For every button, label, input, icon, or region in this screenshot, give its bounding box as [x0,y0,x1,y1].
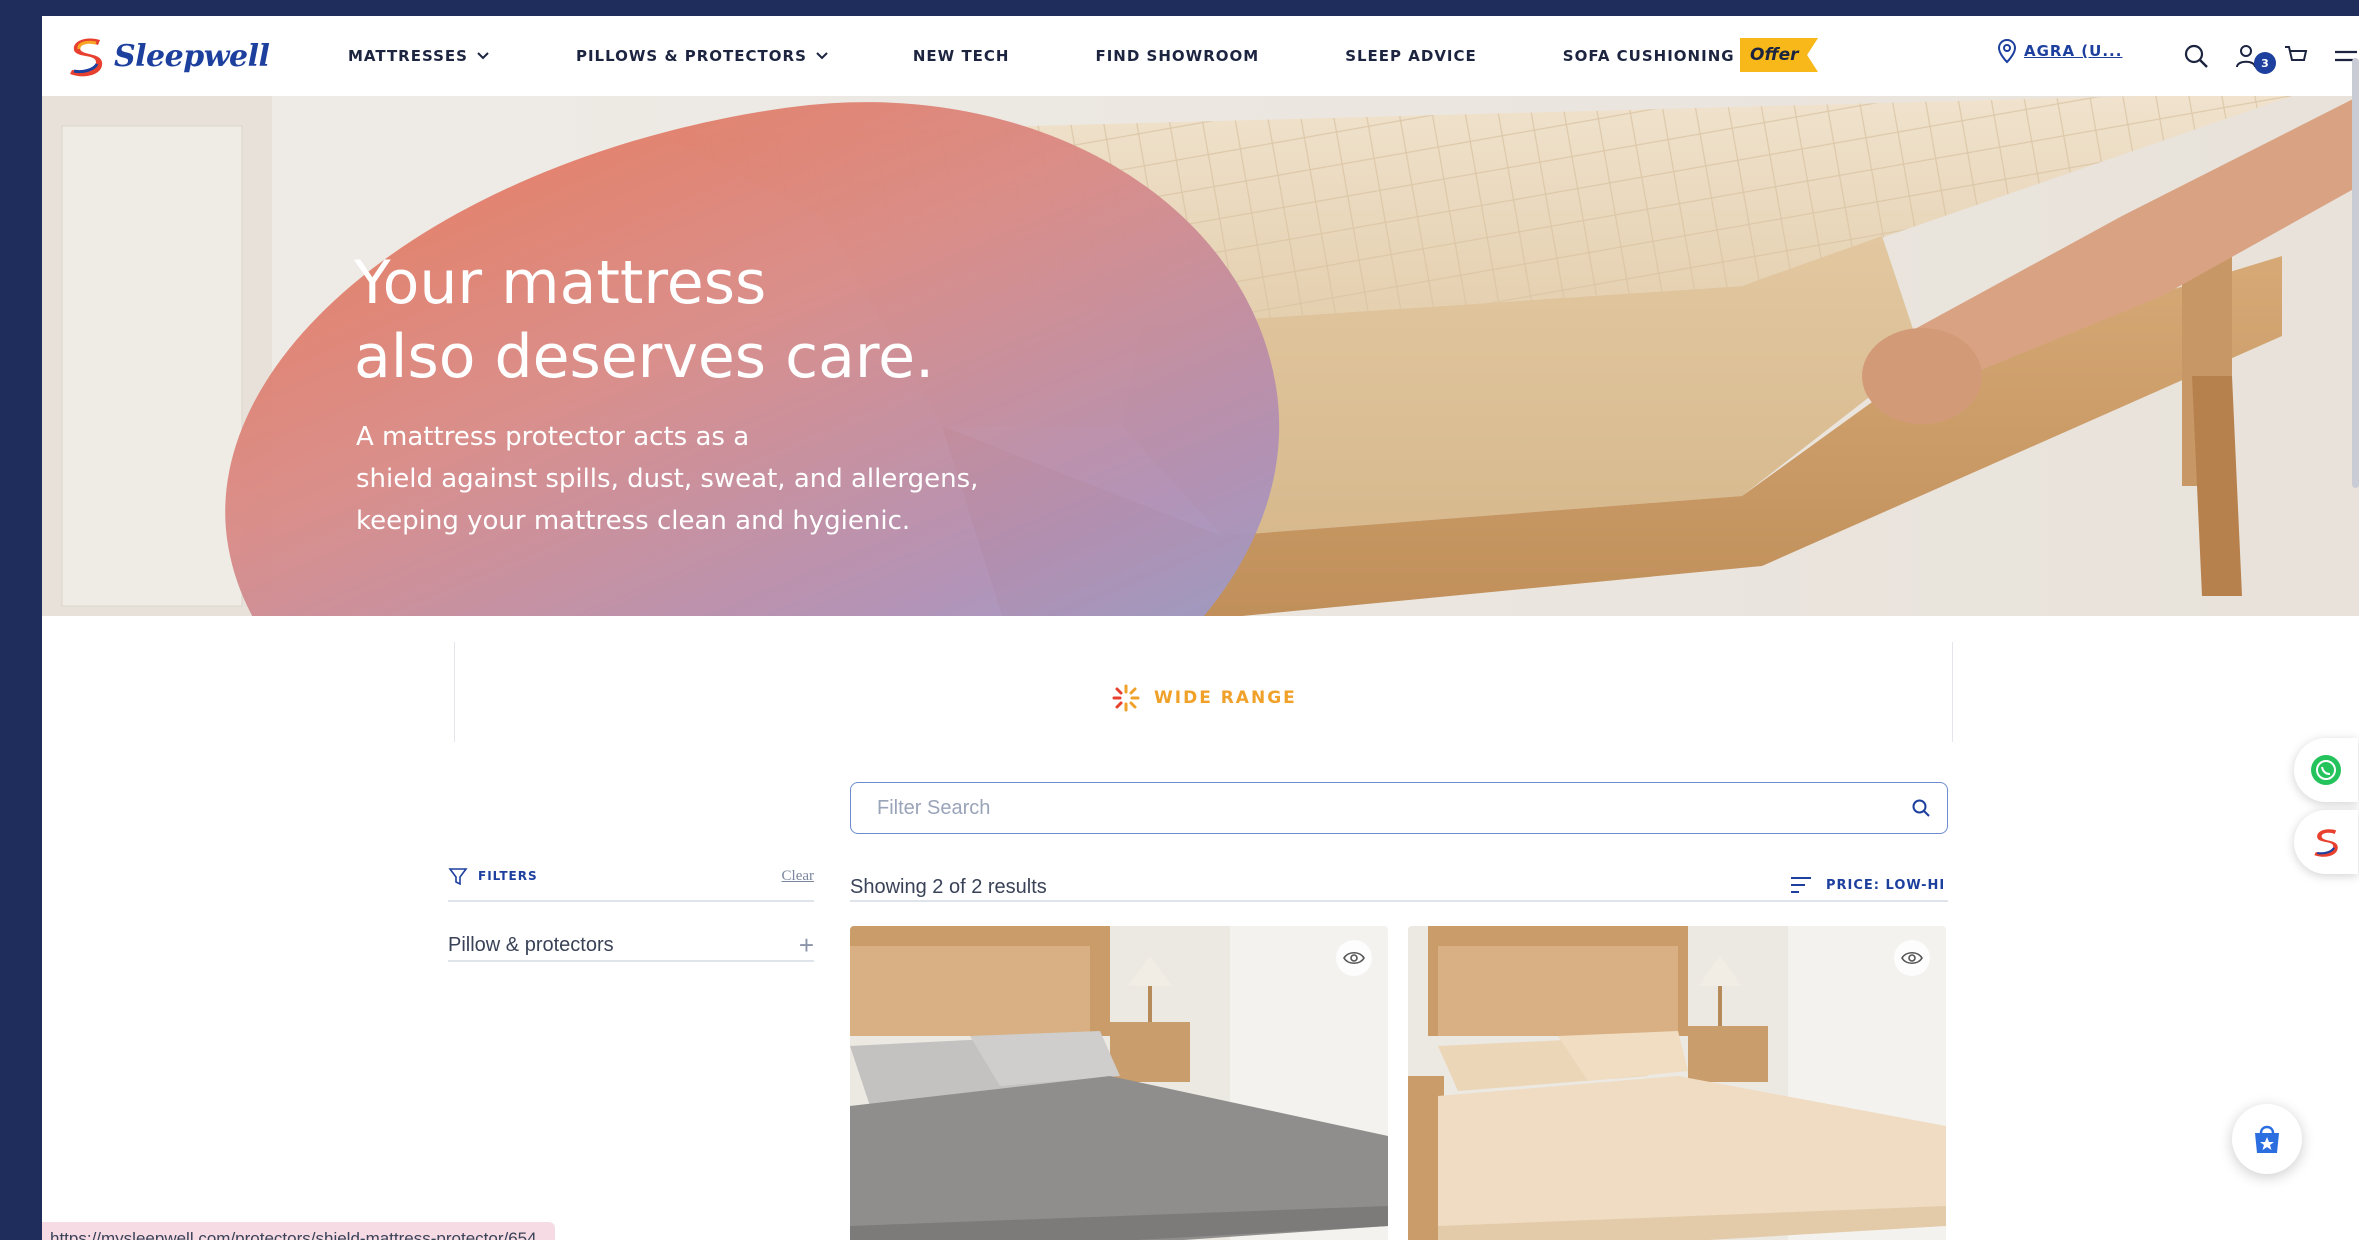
sort-control[interactable]: PRICE: LOW-HIGH [1790,876,1944,894]
nav-label: FIND SHOWROOM [1095,47,1260,65]
cart-icon[interactable] [2282,42,2310,70]
nav-label: MATTRESSES [348,47,468,65]
main-nav: MATTRESSES PILLOWS & PROTECTORS NEW TECH… [348,16,1757,96]
browser-page: Sleepwell MATTRESSES PILLOWS & PROTECTOR… [42,16,2359,1240]
product-image [850,926,1388,1240]
hero-banner: Your mattress also deserves care. A matt… [42,96,2359,616]
chevron-down-icon [816,52,828,60]
sleepwell-chat-button[interactable] [2294,810,2358,874]
nav-item-mattresses[interactable]: MATTRESSES [348,47,490,65]
nav-item-pillows-protectors[interactable]: PILLOWS & PROTECTORS [576,47,829,65]
product-image [1408,926,1946,1240]
hero-subtitle-line: keeping your mattress clean and hygienic… [356,506,911,536]
hero-title-line: also deserves care. [354,322,935,392]
product-card[interactable] [1408,926,1946,1240]
filter-funnel-icon [448,868,468,886]
strip-divider [1952,642,1953,742]
expand-plus-icon[interactable]: + [799,930,814,961]
cart-count-badge: 3 [2254,52,2276,74]
hero-subtitle-line: shield against spills, dust, sweat, and … [356,464,979,494]
filters-label: FILTERS [478,869,538,883]
brand-logo[interactable]: Sleepwell [66,34,270,78]
nav-label: PILLOWS & PROTECTORS [575,47,807,65]
location-pin-icon [1997,38,2017,64]
filters-header: FILTERS Clear [448,866,814,886]
search-icon[interactable] [1911,798,1931,818]
sleepwell-logo-icon [70,38,103,77]
nav-item-new-tech[interactable]: NEW TECH [913,47,1010,65]
search-icon[interactable] [2182,42,2210,70]
filters-title: FILTERS [448,866,538,886]
brand-name: Sleepwell [114,38,270,74]
eye-icon [1343,951,1365,965]
eye-icon [1901,951,1923,965]
filters-divider [448,900,814,902]
clear-filters-link[interactable]: Clear [782,868,814,885]
sort-lines-icon [1791,877,1811,893]
nav-label: NEW TECH [912,47,1010,65]
location-label: AGRA (U... [2024,42,2123,60]
filter-group-pillow-protectors[interactable]: Pillow & protectors + [448,930,814,961]
filter-search-input[interactable] [877,796,1911,820]
sort-label: PRICE: LOW-HIGH [1826,877,1944,893]
status-bar-url: https://mysleepwell.com/protectors/shiel… [42,1222,555,1240]
shopping-bag-star-icon [2255,1125,2279,1153]
feature-label: WIDE RANGE [1154,688,1297,708]
results-divider [850,900,1948,902]
nav-label: SOFA CUSHIONING [1562,47,1735,65]
hero-title: Your mattress also deserves care. [354,246,934,394]
nav-item-find-showroom[interactable]: FIND SHOWROOM [1095,47,1259,65]
nav-item-sleep-advice[interactable]: SLEEP ADVICE [1345,47,1477,65]
sparkle-icon [1112,684,1140,712]
product-card[interactable] [850,926,1388,1240]
strip-divider [454,642,455,742]
whatsapp-button[interactable] [2294,738,2358,802]
filter-group-label: Pillow & protectors [448,934,614,956]
feature-wide-range: WIDE RANGE [1112,684,1297,712]
hero-title-line: Your mattress [354,248,767,318]
results-count: Showing 2 of 2 results [850,876,1047,898]
quick-view-button[interactable] [1336,940,1372,976]
hero-subtitle-line: A mattress protector acts as a [356,422,750,452]
sleepwell-logo-icon [2314,829,2338,857]
location-selector[interactable]: AGRA (U... [1996,38,2122,64]
nav-item-sofa-cushioning[interactable]: SOFA CUSHIONING [1563,47,1757,65]
nav-label: SLEEP ADVICE [1345,47,1477,65]
page-scrollbar[interactable] [2352,58,2359,488]
hero-subtitle: A mattress protector acts as a shield ag… [356,416,1056,542]
filters-divider [448,960,814,962]
quick-view-button[interactable] [1894,940,1930,976]
shopping-assistant-button[interactable] [2232,1104,2302,1174]
chevron-down-icon [477,52,489,60]
whatsapp-icon [2311,755,2341,785]
site-header: Sleepwell MATTRESSES PILLOWS & PROTECTOR… [42,16,2359,96]
filter-search-box[interactable] [850,782,1948,834]
offer-button[interactable]: Offer [1740,38,1818,72]
